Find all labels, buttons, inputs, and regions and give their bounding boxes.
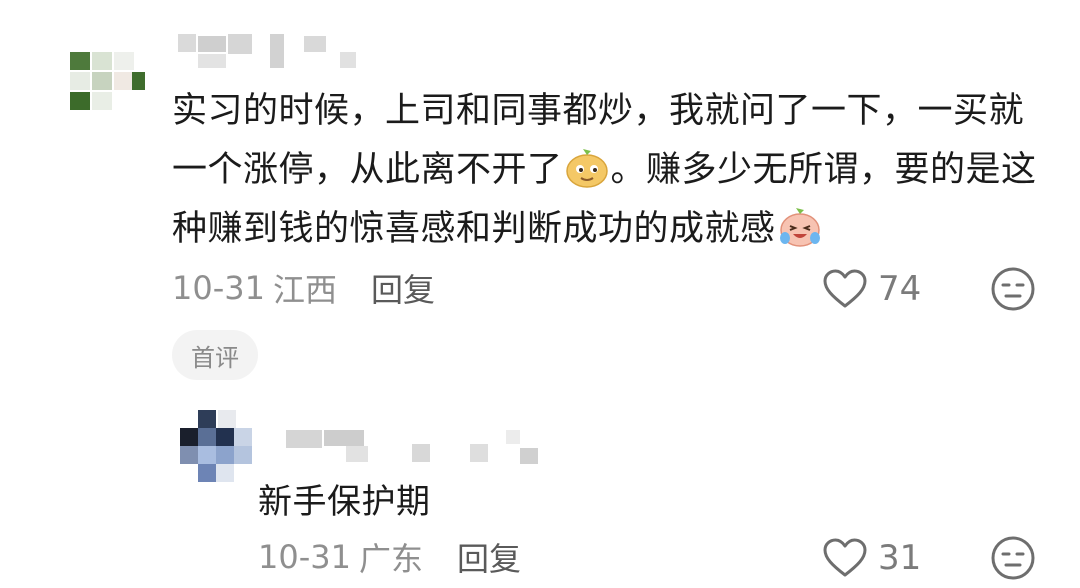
reply-button[interactable]: 回复	[371, 265, 435, 311]
smug-face-emoji-icon	[565, 149, 608, 188]
comment-date: 10-31	[172, 269, 265, 307]
reply-avatar[interactable]	[180, 410, 252, 482]
reply-like-count: 31	[878, 538, 922, 578]
reply-date: 10-31	[258, 538, 351, 576]
username[interactable]	[178, 34, 358, 72]
first-comment-badge: 首评	[172, 330, 258, 380]
heart-icon	[823, 269, 867, 308]
reply-location: 广东	[358, 540, 423, 578]
reply-meta: 10-31 广东 回复	[258, 535, 521, 579]
reply-like-button[interactable]: 31	[822, 535, 921, 581]
dislike-face-icon[interactable]	[990, 266, 1036, 312]
dislike-face-icon[interactable]	[990, 535, 1036, 581]
like-count: 74	[878, 269, 922, 309]
comment-text: 实习的时候，上司和同事都炒，我就问了一下，一买就一个涨停，从此离不开了 。赚多少…	[172, 82, 1052, 259]
like-button[interactable]: 74	[822, 266, 921, 312]
comment-meta: 10-31 江西 回复	[172, 266, 435, 310]
avatar[interactable]	[70, 52, 145, 110]
comment-location: 江西	[272, 271, 337, 309]
heart-icon	[823, 538, 867, 577]
reply-username[interactable]	[286, 430, 546, 464]
reply-comment-text: 新手保护期	[258, 482, 431, 522]
reply-reply-button[interactable]: 回复	[457, 534, 521, 580]
crying-laughing-emoji-icon	[779, 208, 820, 247]
